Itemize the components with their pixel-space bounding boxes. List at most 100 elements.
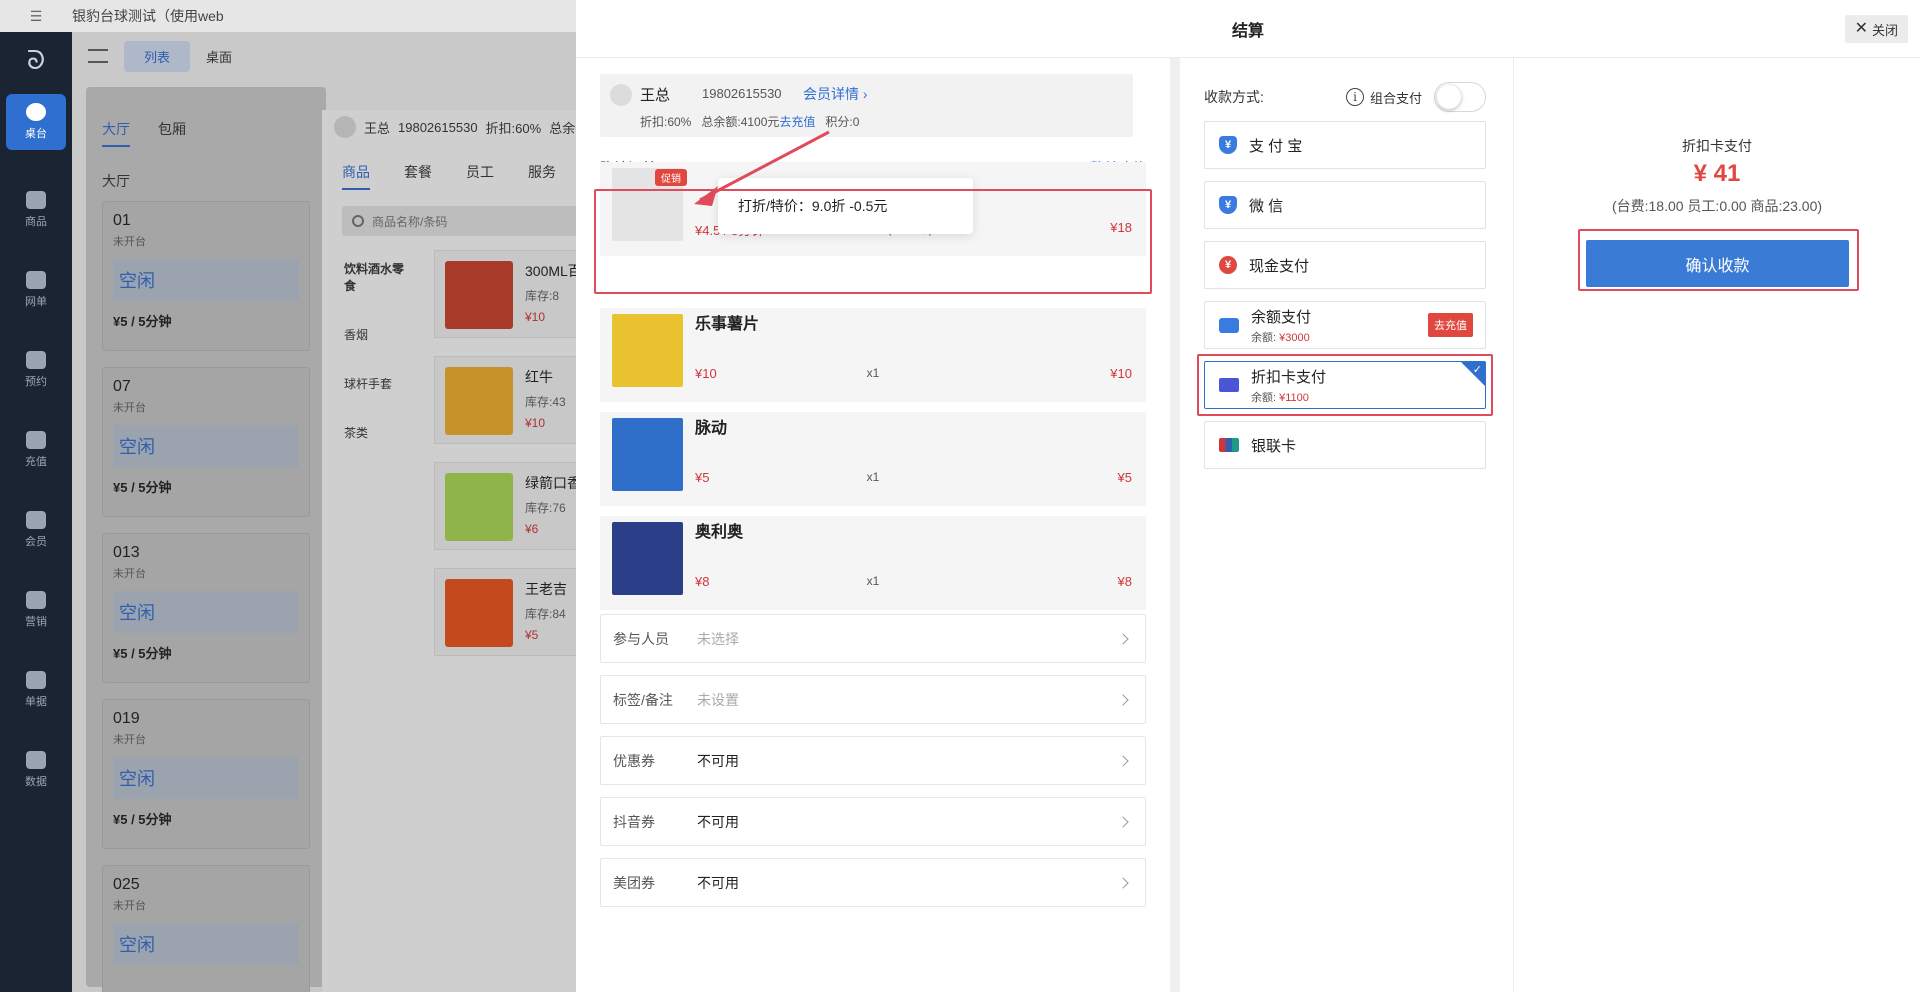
field-label: 参与人员 bbox=[613, 630, 669, 647]
table-card[interactable]: 013 未开台 空闲 ¥5 / 5分钟 bbox=[102, 533, 310, 683]
sidebar-item-booking[interactable]: 预约 bbox=[0, 330, 72, 410]
close-label: 关闭 bbox=[1871, 22, 1898, 38]
tab-table-view[interactable]: 桌面 bbox=[206, 47, 232, 66]
category-item[interactable]: 茶类 bbox=[344, 424, 414, 441]
sidebar-item-label: 预约 bbox=[25, 376, 47, 388]
sidebar-item-marketing[interactable]: 营销 bbox=[0, 570, 72, 650]
wallet-icon bbox=[1219, 317, 1239, 333]
promo-badge: 促销 bbox=[655, 169, 687, 186]
combo-payment-toggle[interactable] bbox=[1434, 82, 1486, 112]
category-item[interactable]: 球杆手套 bbox=[344, 375, 414, 392]
payment-option-alipay[interactable]: ¥ 支 付 宝 bbox=[1204, 121, 1486, 169]
sidebar-item-web-orders[interactable]: 网单 bbox=[0, 250, 72, 330]
unionpay-icon bbox=[1219, 438, 1239, 452]
sidebar-item-tables[interactable]: 桌台 bbox=[6, 94, 66, 150]
item-total: ¥5 bbox=[1117, 470, 1132, 485]
field-label: 优惠券 bbox=[613, 752, 655, 769]
combo-payment-label: 组合支付 bbox=[1369, 90, 1422, 106]
payment-option-wechat[interactable]: ¥ 微 信 bbox=[1204, 181, 1486, 229]
meituan-coupon-field[interactable]: 美团券 不可用 bbox=[600, 858, 1146, 907]
tab-packages[interactable]: 套餐 bbox=[404, 162, 432, 190]
item-quantity: x1 bbox=[866, 470, 880, 484]
product-stock: 库存:43 bbox=[525, 395, 566, 409]
tab-services[interactable]: 服务 bbox=[528, 162, 556, 190]
payment-method-label: 收款方式: bbox=[1204, 89, 1264, 105]
order-column: 王总 19802615530 会员详情 › 折扣:60% 总余额:4100元去充… bbox=[576, 58, 1170, 992]
sidebar-item-receipts[interactable]: 单据 bbox=[0, 650, 72, 730]
chart-icon bbox=[26, 751, 46, 769]
order-item[interactable]: 乐事薯片 ¥10 x1 ¥10 bbox=[600, 308, 1146, 402]
avatar bbox=[610, 84, 632, 106]
sidebar-item-label: 单据 bbox=[25, 696, 47, 708]
payment-header: 收款方式: i 组合支付 bbox=[1204, 82, 1486, 112]
product-name: 王老吉 bbox=[525, 581, 567, 597]
table-number: 025 bbox=[113, 876, 140, 893]
search-icon bbox=[352, 215, 364, 227]
payment-option-unionpay[interactable]: 银联卡 bbox=[1204, 421, 1486, 469]
member-detail-link[interactable]: 会员详情 › bbox=[803, 84, 868, 104]
table-card[interactable]: 025 未开台 空闲 bbox=[102, 865, 310, 992]
product-image bbox=[445, 261, 513, 329]
tab-private-room[interactable]: 包厢 bbox=[158, 119, 186, 147]
field-value: 未选择 bbox=[697, 630, 739, 647]
chevron-right-icon: › bbox=[862, 86, 868, 102]
coupon-field[interactable]: 优惠券 不可用 bbox=[600, 736, 1146, 785]
avatar bbox=[334, 116, 356, 138]
member-phone: 19802615530 bbox=[398, 119, 478, 135]
table-state: 空闲 bbox=[113, 757, 299, 799]
info-icon[interactable]: i bbox=[1345, 88, 1364, 106]
column-divider bbox=[1170, 58, 1180, 992]
menu-icon[interactable]: ☰ bbox=[0, 8, 72, 25]
sidebar-item-members[interactable]: 会员 bbox=[0, 490, 72, 570]
payment-option-label: 微 信 bbox=[1249, 197, 1284, 215]
item-total: ¥10 bbox=[1110, 366, 1132, 381]
table-card[interactable]: 07 未开台 空闲 ¥5 / 5分钟 bbox=[102, 367, 310, 517]
payment-option-balance[interactable]: 余额支付 余额: ¥3000 去充值 bbox=[1204, 301, 1486, 349]
field-value: 不可用 bbox=[697, 813, 739, 830]
close-button[interactable]: ✕ 关闭 bbox=[1844, 15, 1908, 43]
alipay-icon: ¥ bbox=[1219, 136, 1237, 154]
highlight-box bbox=[1578, 229, 1859, 291]
drawer-header: 结算 ✕ 关闭 bbox=[576, 0, 1920, 58]
sidebar-item-label: 数据 bbox=[25, 776, 47, 788]
recharge-button[interactable]: 去充值 bbox=[1428, 313, 1473, 337]
category-item[interactable]: 饮料酒水零食 bbox=[344, 260, 414, 294]
tab-hall[interactable]: 大厅 bbox=[102, 119, 130, 147]
member-points: 积分:0 bbox=[825, 115, 860, 129]
member-discount: 折扣:60% bbox=[485, 120, 542, 136]
order-item[interactable]: 奥利奥 ¥8 x1 ¥8 bbox=[600, 516, 1146, 610]
highlight-box bbox=[1197, 354, 1493, 416]
payment-option-cash[interactable]: ¥ 现金支付 bbox=[1204, 241, 1486, 289]
field-label: 美团券 bbox=[613, 874, 655, 891]
tab-staff[interactable]: 员工 bbox=[466, 162, 494, 190]
table-area-card: 大厅 包厢 大厅 01 未开台 空闲 ¥5 / 5分钟 07 未开台 空闲 ¥5… bbox=[86, 87, 326, 992]
tab-goods[interactable]: 商品 bbox=[342, 162, 370, 190]
area-title: 大厅 bbox=[102, 173, 130, 189]
sidebar-item-data[interactable]: 数据 bbox=[0, 730, 72, 810]
user-icon bbox=[26, 511, 46, 529]
member-balance: 总余额:4100元 bbox=[701, 115, 780, 129]
table-price: ¥5 / 5分钟 bbox=[113, 314, 172, 329]
participants-field[interactable]: 参与人员 未选择 bbox=[600, 614, 1146, 663]
table-price: ¥5 / 5分钟 bbox=[113, 480, 172, 495]
category-item[interactable]: 香烟 bbox=[344, 326, 414, 343]
search-placeholder: 商品名称/条码 bbox=[372, 214, 448, 229]
collapse-icon[interactable] bbox=[88, 49, 108, 63]
order-item[interactable]: 脉动 ¥5 x1 ¥5 bbox=[600, 412, 1146, 506]
chevron-right-icon bbox=[1117, 693, 1129, 706]
sidebar-item-recharge[interactable]: 充值 bbox=[0, 410, 72, 490]
table-card[interactable]: 01 未开台 空闲 ¥5 / 5分钟 bbox=[102, 201, 310, 351]
table-status: 未开台 bbox=[113, 236, 146, 248]
sidebar-item-goods[interactable]: 商品 bbox=[0, 170, 72, 250]
field-value: 不可用 bbox=[697, 874, 739, 891]
douyin-coupon-field[interactable]: 抖音券 不可用 bbox=[600, 797, 1146, 846]
tag-note-field[interactable]: 标签/备注 未设置 bbox=[600, 675, 1146, 724]
tab-list-view[interactable]: 列表 bbox=[124, 40, 191, 72]
payment-column: 收款方式: i 组合支付 ¥ 支 付 宝 ¥ 微 信 ¥ 现金支付 余额支付 余… bbox=[1180, 58, 1514, 992]
table-card[interactable]: 019 未开台 空闲 ¥5 / 5分钟 bbox=[102, 699, 310, 849]
recharge-link[interactable]: 去充值 bbox=[779, 115, 815, 129]
toggle-knob bbox=[1437, 85, 1461, 109]
table-number: 01 bbox=[113, 212, 131, 229]
item-total: ¥8 bbox=[1117, 574, 1132, 589]
star-icon bbox=[26, 591, 46, 609]
